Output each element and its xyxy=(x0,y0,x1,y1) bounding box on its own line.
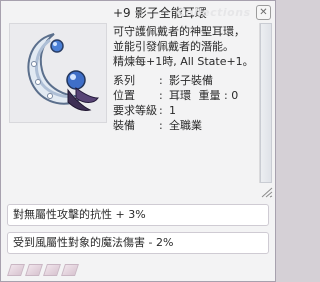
description-line: 精煉每+1時, All State+1。 xyxy=(113,55,254,68)
close-icon: ✕ xyxy=(259,6,268,18)
item-equip-value: 全職業 xyxy=(169,119,202,132)
description-line: 並能引發佩戴者的潛能。 xyxy=(113,40,234,53)
description-scrollbar[interactable] xyxy=(259,23,272,183)
collections-watermark: Collections xyxy=(177,6,251,19)
item-type-label: 系列 xyxy=(113,74,135,87)
item-position-value: 耳環 xyxy=(169,89,191,102)
description-line: 可守護佩戴者的神聖耳環， xyxy=(113,25,245,38)
item-image xyxy=(9,23,107,123)
item-weight-value: 0 xyxy=(231,89,239,102)
enchant-effect-row: 受到風屬性對象的魔法傷害 - 2% xyxy=(7,232,269,254)
item-level-value: 1 xyxy=(169,104,176,117)
resize-grip-icon[interactable] xyxy=(259,186,273,198)
item-description: 可守護佩戴者的神聖耳環， 並能引發佩戴者的潛能。 精煉每+1時, All Sta… xyxy=(113,24,254,204)
item-equip-row: 裝備: 全職業 xyxy=(113,119,202,132)
card-slot[interactable] xyxy=(43,264,61,276)
item-weight-label: 重量 xyxy=(198,89,221,102)
item-level-row: 要求等級:1 xyxy=(113,104,176,117)
item-position-label: 位置 xyxy=(113,89,135,102)
item-info-window: +9 影子全能耳環 Collections ✕ 可守護佩戴者的神聖耳環， 並能引發… xyxy=(0,0,276,282)
enchant-effect-row: 對無屬性攻擊的抗性 + 3% xyxy=(7,204,269,226)
refine-grade: +9 xyxy=(113,6,131,20)
shadow-earring-icon xyxy=(27,33,99,111)
item-position-row: 位置: 耳環 重量 : 0 xyxy=(113,89,239,102)
card-slot[interactable] xyxy=(7,264,25,276)
card-slots xyxy=(7,264,79,276)
item-equip-label: 裝備 xyxy=(113,119,135,132)
card-slot[interactable] xyxy=(61,264,79,276)
card-slot[interactable] xyxy=(25,264,43,276)
item-type-row: 系列: 影子裝備 xyxy=(113,74,213,87)
item-type-value: 影子裝備 xyxy=(169,74,213,87)
scrollbar-thumb[interactable] xyxy=(260,23,272,183)
item-level-label: 要求等級 xyxy=(113,104,157,117)
close-button[interactable]: ✕ xyxy=(256,5,271,20)
